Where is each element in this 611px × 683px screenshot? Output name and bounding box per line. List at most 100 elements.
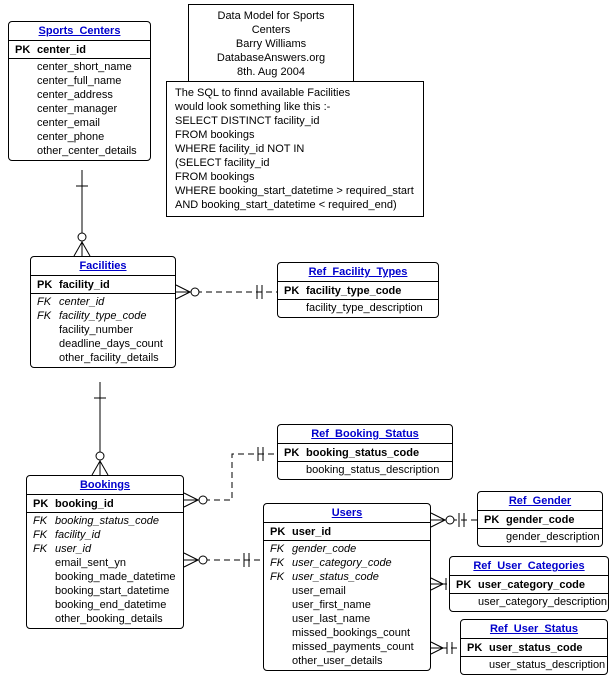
column-name: facility_type_code [59, 309, 146, 323]
key-label: FK [270, 570, 292, 584]
column-row: PKuser_category_code [450, 578, 608, 592]
column-name: other_center_details [37, 144, 137, 158]
key-label [456, 595, 478, 609]
column-row: other_facility_details [31, 351, 175, 365]
column-name: gender_code [506, 513, 574, 527]
entity-body: PKuser_idFKgender_codeFKuser_category_co… [264, 523, 430, 670]
entity-body: PKuser_category_code user_category_descri… [450, 576, 608, 611]
column-name: user_id [55, 542, 91, 556]
column-name: other_facility_details [59, 351, 159, 365]
column-row: user_category_description [450, 595, 608, 609]
column-row: PKgender_code [478, 513, 602, 527]
key-label [15, 88, 37, 102]
column-name: user_status_code [489, 641, 583, 655]
column-name: center_email [37, 116, 100, 130]
column-name: booking_start_datetime [55, 584, 169, 598]
key-label [270, 612, 292, 626]
column-name: user_category_code [292, 556, 392, 570]
entity-title: Users [264, 504, 430, 523]
column-name: other_booking_details [55, 612, 163, 626]
key-label [270, 598, 292, 612]
title-box: Data Model for Sports Centers Barry Will… [188, 4, 354, 84]
title-line: DatabaseAnswers.org [197, 51, 345, 65]
column-row: user_email [264, 584, 430, 598]
key-label: FK [33, 528, 55, 542]
entity-title: Ref_Booking_Status [278, 425, 452, 444]
column-name: email_sent_yn [55, 556, 126, 570]
column-name: user_category_description [478, 595, 607, 609]
sql-line: AND booking_start_datetime < required_en… [175, 198, 415, 212]
column-row: user_first_name [264, 598, 430, 612]
column-name: center_phone [37, 130, 104, 144]
key-label: PK [467, 641, 489, 655]
key-label: PK [456, 578, 478, 592]
column-row: center_manager [9, 102, 150, 116]
column-name: facility_type_description [306, 301, 423, 315]
column-name: booking_made_datetime [55, 570, 175, 584]
entity-ref-gender: Ref_Gender PKgender_code gender_descripti… [477, 491, 603, 547]
entity-title: Ref_Gender [478, 492, 602, 511]
key-label [15, 130, 37, 144]
entity-body: PKcenter_idcenter_short_namecenter_full_… [9, 41, 150, 160]
column-row: PKuser_id [264, 525, 430, 539]
key-label [33, 612, 55, 626]
key-label [33, 556, 55, 570]
column-name: center_full_name [37, 74, 121, 88]
column-name: facility_id [55, 528, 100, 542]
entity-ref-user-categories: Ref_User_Categories PKuser_category_code… [449, 556, 609, 612]
column-row: FKfacility_type_code [31, 309, 175, 323]
column-row: PKuser_status_code [461, 641, 607, 655]
key-label: FK [270, 542, 292, 556]
column-row: center_short_name [9, 60, 150, 74]
column-name: center_id [37, 43, 86, 57]
column-row: gender_description [478, 530, 602, 544]
title-line: 8th. Aug 2004 [197, 65, 345, 79]
key-label [284, 301, 306, 315]
column-row: FKfacility_id [27, 528, 183, 542]
column-row: center_full_name [9, 74, 150, 88]
column-name: user_id [292, 525, 331, 539]
key-label [33, 584, 55, 598]
column-name: deadline_days_count [59, 337, 163, 351]
column-name: booking_end_datetime [55, 598, 166, 612]
entity-body: PKfacility_type_codefacility_type_descri… [278, 282, 438, 317]
sql-line: SELECT DISTINCT facility_id [175, 114, 415, 128]
column-name: facility_number [59, 323, 133, 337]
column-name: booking_status_description [306, 463, 439, 477]
column-name: user_status_description [489, 658, 605, 672]
column-row: PKbooking_id [27, 497, 183, 511]
column-row: FKbooking_status_code [27, 514, 183, 528]
column-row: center_email [9, 116, 150, 130]
key-label [33, 570, 55, 584]
sql-line: FROM bookings [175, 170, 415, 184]
column-name: facility_id [59, 278, 110, 292]
column-name: user_email [292, 584, 346, 598]
key-label: FK [37, 295, 59, 309]
column-name: missed_bookings_count [292, 626, 410, 640]
sql-line: WHERE facility_id NOT IN [175, 142, 415, 156]
erd-diagram: Data Model for Sports Centers Barry Will… [0, 0, 611, 683]
entity-title: Ref_User_Status [461, 620, 607, 639]
entity-title: Ref_User_Categories [450, 557, 608, 576]
entity-ref-facility-types: Ref_Facility_Types PKfacility_type_codef… [277, 262, 439, 318]
key-label: PK [484, 513, 506, 527]
key-label: PK [270, 525, 292, 539]
column-row: booking_status_description [278, 463, 452, 477]
entity-title: Ref_Facility_Types [278, 263, 438, 282]
column-name: center_short_name [37, 60, 132, 74]
sql-line: would look something like this :- [175, 100, 415, 114]
column-row: FKuser_id [27, 542, 183, 556]
key-label [270, 584, 292, 598]
entity-bookings: Bookings PKbooking_idFKbooking_status_co… [26, 475, 184, 629]
column-name: user_category_code [478, 578, 585, 592]
key-label [484, 530, 506, 544]
column-name: user_first_name [292, 598, 371, 612]
sql-box: The SQL to finnd available Facilities wo… [166, 81, 424, 217]
column-name: center_manager [37, 102, 117, 116]
key-label: FK [33, 514, 55, 528]
column-row: FKuser_status_code [264, 570, 430, 584]
entity-title: Sports_Centers [9, 22, 150, 41]
key-label [467, 658, 489, 672]
sql-line: FROM bookings [175, 128, 415, 142]
column-name: missed_payments_count [292, 640, 414, 654]
